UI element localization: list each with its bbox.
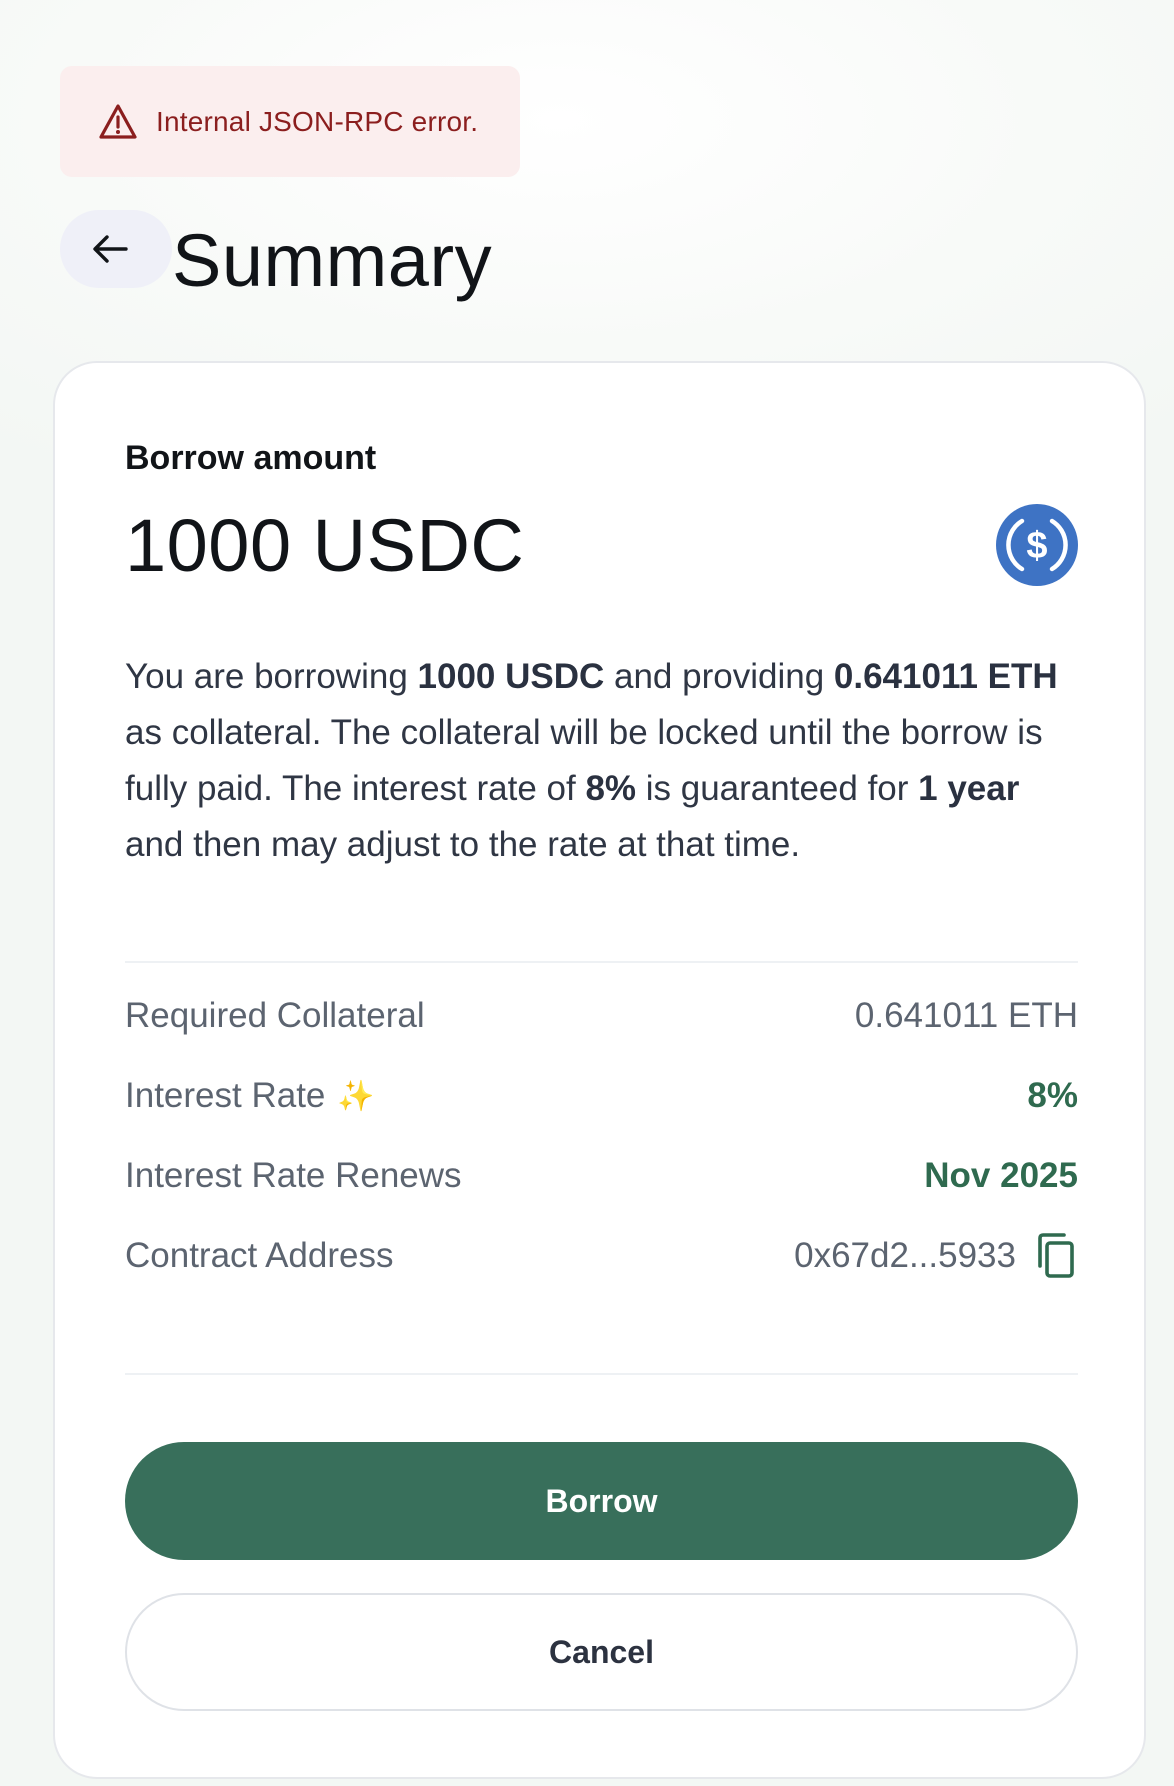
description-collateral: 0.641011 ETH: [833, 657, 1058, 696]
contract-address-group: 0x67d2...5933: [794, 1232, 1078, 1280]
interest-rate-value: 8%: [1027, 1076, 1078, 1115]
required-collateral-label: Required Collateral: [125, 996, 425, 1035]
interest-rate-label: Interest Rate: [125, 1076, 326, 1115]
required-collateral-value: 0.641011 ETH: [854, 996, 1078, 1035]
warning-triangle-icon: [96, 100, 140, 144]
interest-rate-renews-label: Interest Rate Renews: [125, 1156, 462, 1195]
detail-row-required-collateral: Required Collateral 0.641011 ETH: [125, 991, 1078, 1041]
usdc-icon: $: [996, 504, 1078, 586]
summary-card: Borrow amount 1000 USDC $ You are borrow…: [53, 361, 1146, 1779]
interest-rate-label-group: Interest Rate ✨: [125, 1076, 375, 1116]
description-term: 1 year: [918, 769, 1020, 808]
arrow-left-icon: [88, 227, 132, 271]
error-message: Internal JSON-RPC error.: [156, 105, 479, 137]
divider: [125, 961, 1078, 963]
svg-text:$: $: [1026, 525, 1047, 567]
contract-address-label: Contract Address: [125, 1236, 394, 1275]
description-rate: 8%: [585, 769, 637, 808]
sparkles-icon: ✨: [337, 1079, 375, 1113]
contract-address-value: 0x67d2...5933: [794, 1236, 1016, 1275]
borrow-amount-label: Borrow amount: [125, 439, 377, 477]
detail-row-contract-address: Contract Address 0x67d2...5933: [125, 1231, 1078, 1281]
page-title: Summary: [172, 219, 493, 302]
borrow-description: You are borrowing 1000 USDC and providin…: [125, 657, 1058, 864]
borrow-button[interactable]: Borrow: [125, 1442, 1078, 1560]
detail-row-interest-rate-renews: Interest Rate Renews Nov 2025: [125, 1151, 1078, 1201]
borrow-amount-value: 1000 USDC: [125, 504, 525, 587]
copy-icon[interactable]: [1034, 1232, 1078, 1280]
back-button[interactable]: [60, 210, 172, 288]
description-amount: 1000 USDC: [417, 657, 605, 696]
detail-row-interest-rate: Interest Rate ✨ 8%: [125, 1071, 1078, 1121]
interest-rate-renews-value: Nov 2025: [924, 1156, 1078, 1195]
error-banner: Internal JSON-RPC error.: [60, 66, 520, 177]
divider: [125, 1373, 1078, 1375]
cancel-button[interactable]: Cancel: [125, 1593, 1078, 1711]
